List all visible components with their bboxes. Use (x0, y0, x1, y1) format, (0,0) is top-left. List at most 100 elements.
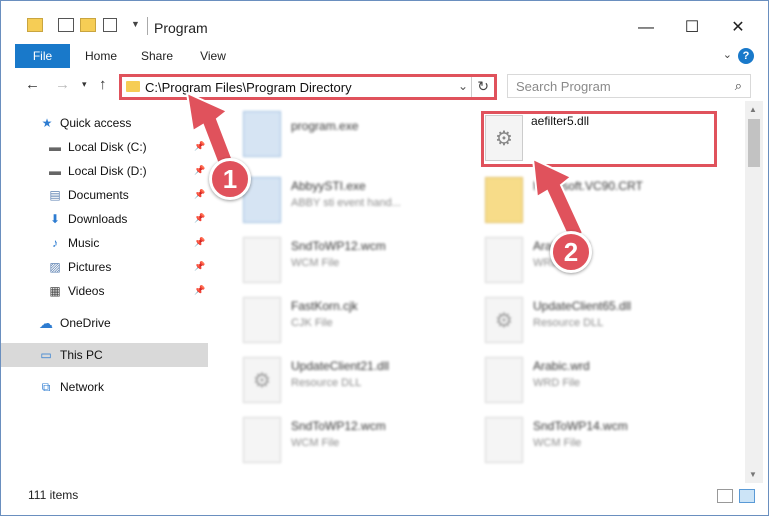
qat-dropdown-icon[interactable]: ▼ (131, 19, 140, 29)
download-icon: ⬇ (49, 212, 61, 226)
file-type: WCM File (533, 437, 582, 449)
explorer-window: ▼ Program — ☐ ✕ File Home Share View ⌄ ?… (0, 0, 769, 516)
sidebar-item-onedrive[interactable]: ☁ OneDrive (1, 311, 208, 335)
sidebar-item-label: OneDrive (60, 316, 111, 330)
refresh-icon[interactable]: ↻ (477, 78, 489, 95)
sidebar-item-local-disk-d[interactable]: ▬ Local Disk (D:) 📌 (1, 159, 208, 183)
large-icons-view-icon[interactable] (739, 489, 755, 503)
sidebar-item-downloads[interactable]: ⬇ Downloads 📌 (1, 207, 208, 231)
sidebar-item-label: This PC (60, 348, 103, 362)
up-arrow-icon[interactable]: ↑ (99, 76, 107, 93)
chevron-down-icon[interactable]: ⌄ (458, 79, 468, 93)
tab-share[interactable]: Share (135, 44, 179, 68)
sidebar-item-network[interactable]: ⧉ Network (1, 375, 208, 399)
navigation-pane: ★ Quick access ▬ Local Disk (C:) 📌 ▬ Loc… (1, 106, 208, 486)
title-divider (147, 17, 148, 35)
sidebar-item-pictures[interactable]: ▨ Pictures 📌 (1, 255, 208, 279)
file-item[interactable]: FastKorn.cjk CJK File (221, 289, 461, 345)
sidebar-item-label: Downloads (68, 212, 128, 226)
customize-qat-icon[interactable] (103, 18, 117, 32)
network-icon: ⧉ (41, 380, 51, 394)
file-item[interactable]: UpdateClient21.dll Resource DLL (221, 349, 461, 405)
document-icon (243, 417, 281, 463)
step-2-badge: 2 (550, 231, 592, 273)
tab-home[interactable]: Home (79, 44, 123, 68)
sidebar-item-quick-access[interactable]: ★ Quick access (1, 111, 208, 135)
document-icon (243, 297, 281, 343)
new-folder-icon[interactable] (80, 18, 96, 32)
forward-arrow-icon[interactable]: → (55, 76, 70, 93)
folder-icon (485, 177, 523, 223)
file-item[interactable]: program.exe (221, 109, 461, 165)
help-button[interactable]: ? (738, 48, 754, 64)
pin-icon: 📌 (194, 213, 206, 223)
vertical-scrollbar[interactable]: ▲ ▼ (745, 101, 763, 483)
file-name: FastKorn.cjk (291, 299, 358, 313)
search-icon[interactable]: ⌕ (735, 78, 742, 94)
file-item[interactable]: SndToWP14.wcm WCM File (463, 409, 703, 465)
document-icon (485, 237, 523, 283)
sidebar-item-videos[interactable]: ▦ Videos 📌 (1, 279, 208, 303)
file-name: UpdateClient21.dll (291, 359, 390, 373)
sidebar-item-label: Videos (68, 284, 105, 298)
file-type: Resource DLL (533, 317, 604, 329)
sidebar-item-this-pc[interactable]: ▭ This PC (1, 343, 208, 367)
file-type: CJK File (291, 317, 333, 329)
drive-icon: ▬ (49, 164, 61, 178)
file-type: ABBY sti event hand... (291, 197, 401, 209)
navigation-bar: ← → ▾ ↑ C:\Program Files\Program Directo… (1, 71, 768, 101)
properties-icon[interactable] (58, 18, 74, 32)
file-item[interactable]: SndToWP12.wcm WCM File (221, 409, 461, 465)
sidebar-item-label: Local Disk (C:) (68, 140, 147, 154)
tab-view[interactable]: View (191, 44, 235, 68)
scrollbar-thumb[interactable] (748, 119, 760, 167)
file-item[interactable]: AbbyySTI.exe ABBY sti event hand... (221, 169, 461, 225)
file-name: SndToWP12.wcm (291, 239, 386, 253)
address-bar[interactable]: C:\Program Files\Program Directory ⌄ ↻ (119, 74, 497, 100)
file-item[interactable]: Arabic.wrd WRD File (463, 349, 703, 405)
file-name: program.exe (291, 119, 359, 133)
details-view-icon[interactable] (717, 489, 733, 503)
pictures-icon: ▨ (49, 260, 61, 274)
file-item[interactable]: Microsoft.VC90.CRT (463, 169, 703, 225)
minimize-button[interactable]: — (623, 15, 669, 41)
scroll-up-icon[interactable]: ▲ (749, 105, 757, 114)
close-button[interactable]: ✕ (715, 15, 761, 41)
ribbon-tabs: File Home Share View ⌄ ? (1, 44, 768, 68)
step-1-badge: 1 (209, 158, 251, 200)
address-divider (471, 77, 472, 97)
exe-icon (243, 111, 281, 157)
address-path[interactable]: C:\Program Files\Program Directory (145, 80, 352, 95)
window-title: Program (154, 20, 208, 36)
scroll-down-icon[interactable]: ▼ (749, 470, 757, 479)
search-input[interactable]: Search Program ⌕ (507, 74, 751, 98)
file-name: Arabic.wrd (533, 359, 590, 373)
sidebar-item-label: Pictures (68, 260, 112, 274)
sidebar-item-documents[interactable]: ▤ Documents 📌 (1, 183, 208, 207)
file-name: SndToWP12.wcm (291, 419, 386, 433)
file-item[interactable]: UpdateClient65.dll Resource DLL (463, 289, 703, 345)
pin-icon: 📌 (194, 261, 206, 271)
recent-locations-icon[interactable]: ▾ (82, 79, 87, 90)
sidebar-item-label: Music (68, 236, 100, 250)
document-icon (485, 357, 523, 403)
back-arrow-icon[interactable]: ← (25, 76, 40, 93)
sidebar-item-label: Quick access (60, 116, 132, 130)
sidebar-item-label: Network (60, 380, 105, 394)
sidebar-item-music[interactable]: ♪ Music 📌 (1, 231, 208, 255)
expand-ribbon-icon[interactable]: ⌄ (723, 48, 732, 61)
sidebar-item-label: Documents (68, 188, 129, 202)
videos-icon: ▦ (49, 284, 61, 298)
maximize-button[interactable]: ☐ (669, 15, 715, 41)
file-type: WCM File (291, 257, 340, 269)
music-icon: ♪ (52, 236, 58, 250)
item-count: 111 items (28, 488, 79, 502)
file-name: AbbyySTI.exe (291, 179, 366, 193)
sidebar-item-local-disk-c[interactable]: ▬ Local Disk (C:) 📌 (1, 135, 208, 159)
file-item[interactable]: SndToWP12.wcm WCM File (221, 229, 461, 285)
pin-icon: 📌 (194, 165, 206, 175)
document-icon (243, 237, 281, 283)
tab-file[interactable]: File (15, 44, 70, 68)
pin-icon: 📌 (194, 285, 206, 295)
folder-icon (126, 81, 140, 92)
